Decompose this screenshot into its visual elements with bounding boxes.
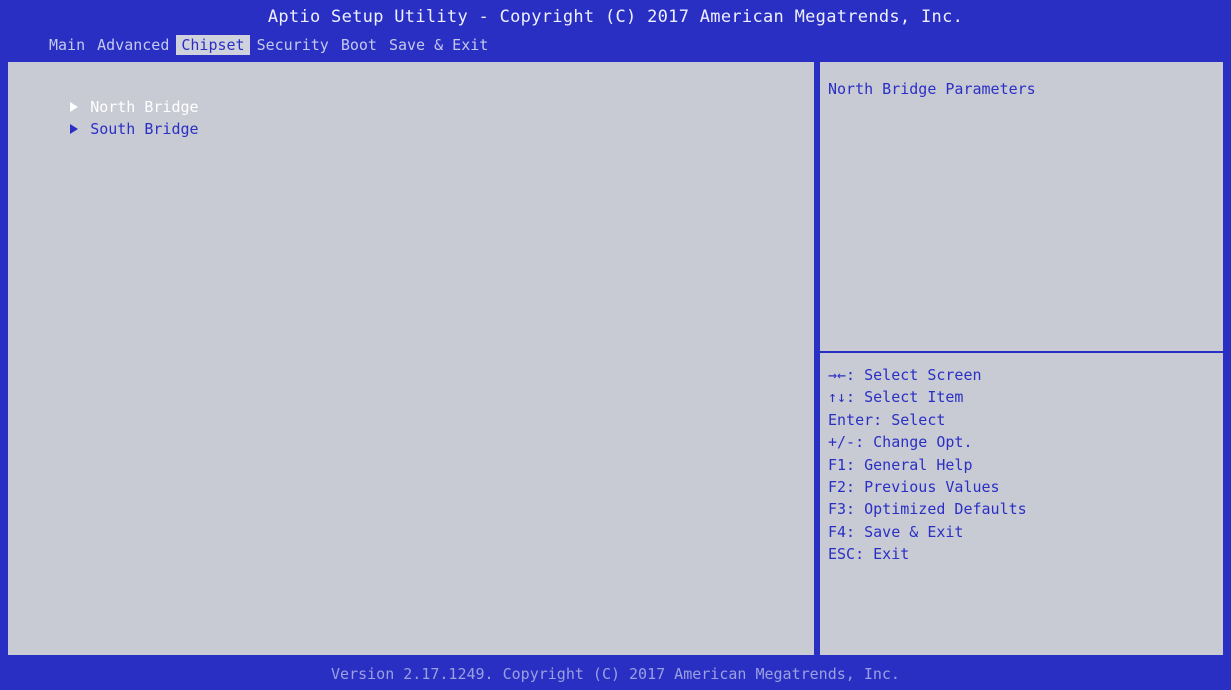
menu-item-label: South Bridge	[90, 120, 199, 138]
key-hint-select-item: ↑↓: Select Item	[828, 388, 964, 407]
tab-advanced[interactable]: Advanced	[92, 35, 174, 55]
key-hint-enter: Enter: Select	[828, 410, 946, 429]
key-hint-f1: F1: General Help	[828, 455, 973, 474]
utility-title: Aptio Setup Utility - Copyright (C) 2017…	[267, 7, 964, 27]
help-divider	[820, 351, 1223, 353]
key-hint-select-screen: →←: Select Screen	[828, 366, 982, 384]
help-panel: North Bridge Parameters →←: Select Scree…	[818, 60, 1225, 657]
tab-main[interactable]: Main	[44, 35, 90, 55]
key-hint-f2: F2: Previous Values	[828, 478, 1000, 497]
key-hint-change-opt: +/-: Change Opt.	[828, 433, 973, 452]
footer-bar: Version 2.17.1249. Copyright (C) 2017 Am…	[0, 660, 1231, 690]
key-legend: →←: Select Screen ↑↓: Select Item Enter:…	[828, 364, 1027, 566]
key-hint-f4: F4: Save & Exit	[828, 522, 964, 541]
help-description: North Bridge Parameters	[828, 80, 1036, 98]
key-hint-esc: ESC: Exit	[828, 545, 910, 564]
tab-bar: Main Advanced Chipset Security Boot Save…	[44, 35, 495, 55]
submenu-arrow-icon	[70, 123, 79, 134]
header-bar: Aptio Setup Utility - Copyright (C) 2017…	[0, 0, 1231, 58]
tab-boot[interactable]: Boot	[336, 35, 382, 55]
tab-security[interactable]: Security	[252, 35, 334, 55]
version-text: Version 2.17.1249. Copyright (C) 2017 Am…	[331, 665, 900, 683]
menu-item-south-bridge[interactable]: South Bridge	[16, 102, 199, 156]
tab-save-exit[interactable]: Save & Exit	[384, 35, 493, 55]
main-panel: North Bridge South Bridge	[6, 60, 816, 657]
key-hint-f3: F3: Optimized Defaults	[828, 500, 1027, 519]
tab-chipset[interactable]: Chipset	[176, 35, 250, 55]
bios-screen: Aptio Setup Utility - Copyright (C) 2017…	[0, 0, 1231, 690]
